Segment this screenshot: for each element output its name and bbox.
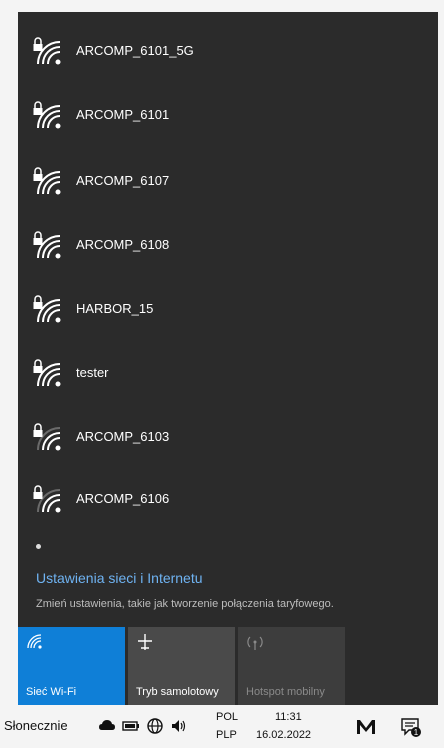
notification-icon[interactable]: 1: [400, 716, 422, 738]
network-item[interactable]: ARCOMP_6107: [18, 156, 438, 214]
airplane-tile-label: Tryb samolotowy: [136, 686, 219, 698]
network-item[interactable]: ARCOMP_6101_5G: [18, 26, 438, 84]
battery-icon[interactable]: [122, 717, 140, 735]
network-name: tester: [76, 365, 109, 380]
network-name: ARCOMP_6101: [76, 107, 170, 122]
keyboard-layout-indicator[interactable]: PLP: [216, 729, 237, 741]
network-name: ARCOMP_6101_5G: [76, 43, 194, 58]
language-indicator[interactable]: POL: [216, 711, 238, 723]
network-name: HARBOR_15: [76, 301, 154, 316]
hotspot-icon: [247, 636, 263, 650]
network-flyout: ARCOMP_6101_5G ARCOMP_6101 ARCOMP_6107 A…: [18, 12, 438, 705]
hotspot-tile-label: Hotspot mobilny: [246, 686, 325, 698]
taskbar: Słonecznie POL PLP 11:31 16.02.2022 1: [0, 705, 444, 748]
network-globe-icon[interactable]: [146, 717, 164, 735]
cloud-icon[interactable]: [98, 717, 116, 735]
network-name: ARCOMP_6103: [76, 429, 170, 444]
wifi-secured-icon: [33, 295, 61, 323]
weather-label[interactable]: Słonecznie: [4, 718, 68, 733]
network-settings-link[interactable]: Ustawienia sieci i Internetu: [36, 570, 203, 586]
wifi-secured-icon: [33, 37, 61, 65]
wifi-toggle-tile[interactable]: Sieć Wi-Fi: [18, 627, 125, 705]
clock-time[interactable]: 11:31: [275, 711, 302, 723]
network-item[interactable]: HARBOR_15: [18, 284, 438, 342]
screenshot-frame: ARCOMP_6101_5G ARCOMP_6101 ARCOMP_6107 A…: [0, 0, 444, 748]
airplane-mode-tile[interactable]: Tryb samolotowy: [128, 627, 235, 705]
wifi-secured-icon: [33, 101, 61, 129]
network-name: ARCOMP_6108: [76, 237, 170, 252]
airplane-icon: [138, 634, 152, 650]
network-item[interactable]: tester: [18, 348, 438, 406]
wifi-secured-icon: [33, 423, 61, 451]
network-name: ARCOMP_6106: [76, 491, 170, 506]
wifi-secured-icon: [33, 231, 61, 259]
notification-count: 1: [414, 728, 419, 737]
volume-icon[interactable]: [170, 717, 188, 735]
wifi-icon: [27, 634, 42, 649]
wifi-tile-label: Sieć Wi-Fi: [26, 686, 77, 698]
network-name: ARCOMP_6107: [76, 173, 170, 188]
meet-icon[interactable]: [356, 719, 376, 735]
mobile-hotspot-tile[interactable]: Hotspot mobilny: [238, 627, 345, 705]
network-settings-description: Zmień ustawienia, takie jak tworzenie po…: [36, 598, 334, 610]
wifi-secured-icon: [33, 485, 61, 513]
network-item[interactable]: ARCOMP_6106: [18, 474, 438, 532]
network-item[interactable]: ARCOMP_6101: [18, 90, 438, 148]
network-item[interactable]: ARCOMP_6103: [18, 412, 438, 470]
wifi-secured-icon: [33, 167, 61, 195]
network-item[interactable]: ARCOMP_6108: [18, 220, 438, 278]
clock-date[interactable]: 16.02.2022: [256, 729, 311, 741]
scroll-indicator[interactable]: [36, 544, 41, 549]
wifi-secured-icon: [33, 359, 61, 387]
